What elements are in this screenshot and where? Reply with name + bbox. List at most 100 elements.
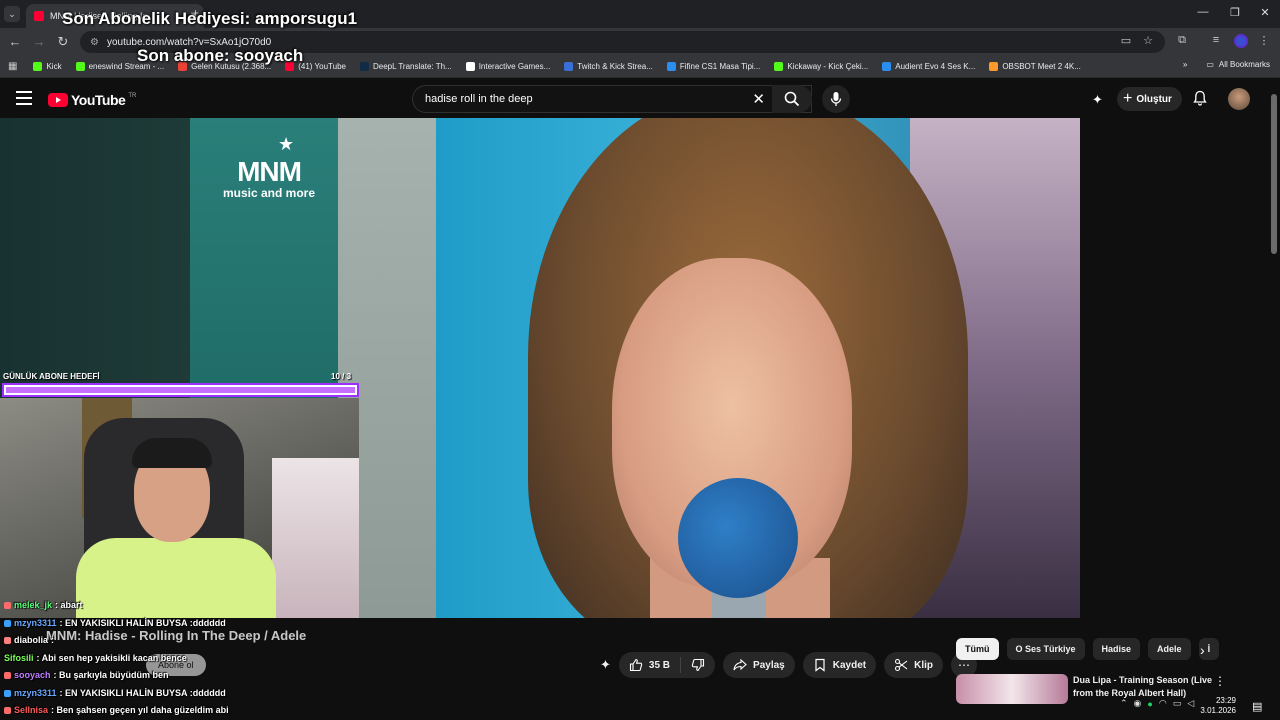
site-info-icon[interactable]: ⚙ xyxy=(90,37,99,48)
bookmark-item[interactable]: Kickaway - Kick Çeki... xyxy=(774,62,868,71)
close-window-button[interactable]: ✕ xyxy=(1250,6,1280,19)
create-button[interactable]: + Oluştur xyxy=(1117,87,1182,111)
bookmark-favicon-icon xyxy=(465,62,475,71)
goal-progress-fill xyxy=(6,387,355,393)
video-actions: ✦ 35 B Paylaş Kaydet Klip ⋯ xyxy=(600,652,977,678)
youtube-logo[interactable]: YouTube TR xyxy=(48,92,136,108)
page-scrollbar[interactable] xyxy=(1270,88,1278,720)
youtube-header: YouTube TR hadise roll in the deep ✕ ✦ +… xyxy=(0,80,1280,118)
recommended-video-thumbnail[interactable] xyxy=(956,674,1068,704)
voice-search-button[interactable] xyxy=(822,85,850,113)
webcam-shirt xyxy=(76,538,276,618)
streamer-webcam xyxy=(0,398,359,618)
discord-tray-icon[interactable]: ◉ xyxy=(1134,698,1142,709)
browser-menu-icon[interactable]: ⋮ xyxy=(1254,34,1274,47)
media-control-icon[interactable]: ≡ xyxy=(1206,34,1226,46)
chat-username: diabolia xyxy=(14,635,49,645)
recommended-more-icon[interactable]: ⋮ xyxy=(1214,674,1226,688)
region-code: TR xyxy=(128,93,137,99)
bookmark-favicon-icon xyxy=(75,62,85,71)
reload-button[interactable]: ↻ xyxy=(54,34,72,50)
dislike-button[interactable] xyxy=(681,658,715,672)
last-sub-overlay: Son abone: sooyach xyxy=(137,46,304,65)
chat-username: Sellnisa xyxy=(14,705,49,715)
bookmark-item[interactable]: OBSBOT Meet 2 4K... xyxy=(989,62,1081,71)
bookmark-label: DeepL Translate: Th... xyxy=(372,62,452,71)
bookmark-item[interactable]: DeepL Translate: Th... xyxy=(359,62,452,71)
wifi-icon[interactable]: ◠ xyxy=(1159,698,1167,709)
all-bookmarks-button[interactable]: » ▭ All Bookmarks xyxy=(1183,60,1270,69)
search-button[interactable] xyxy=(772,85,812,113)
all-bookmarks-label: All Bookmarks xyxy=(1218,60,1270,69)
ai-sparkle-icon[interactable]: ✦ xyxy=(1092,92,1103,108)
plus-icon: + xyxy=(1123,90,1133,107)
scrollbar-thumb[interactable] xyxy=(1271,94,1277,254)
bookmark-label: Kick xyxy=(46,62,62,71)
browser-profile-avatar[interactable] xyxy=(1234,34,1248,48)
bookmark-item[interactable]: Kick xyxy=(33,62,62,71)
chips-next-icon[interactable]: › xyxy=(1200,642,1205,658)
bookmark-item[interactable]: Audient Evo 4 Ses K... xyxy=(882,62,975,71)
microphone-icon xyxy=(830,92,842,106)
thumbs-up-icon xyxy=(629,658,643,672)
cast-icon[interactable]: ▭ xyxy=(1116,34,1136,47)
account-avatar[interactable] xyxy=(1228,88,1250,110)
notification-center-icon[interactable]: ▤ xyxy=(1252,700,1262,713)
spotify-tray-icon[interactable]: ● xyxy=(1147,699,1152,709)
chat-message: melek_jk: abart xyxy=(4,600,83,610)
extensions-icon[interactable]: ⧉ xyxy=(1172,34,1192,47)
chat-text: : Abi sen hep yakisikli kacan bence xyxy=(36,653,187,663)
forward-button[interactable]: → xyxy=(30,34,48,49)
webcam-streamer-hair xyxy=(132,438,212,468)
bookmark-item[interactable]: Interactive Games... xyxy=(465,62,550,71)
system-clock[interactable]: 23:29 3.01.2026 xyxy=(1196,696,1236,717)
chat-message: mzyn3311: EN YAKISIKLI HALİN BUYSA :dddd… xyxy=(4,618,226,628)
filter-chip[interactable]: Adele xyxy=(1148,638,1191,660)
search-icon xyxy=(784,91,800,107)
network-icon[interactable]: ▭ xyxy=(1173,698,1182,709)
ai-sparkle-action-icon[interactable]: ✦ xyxy=(600,657,611,673)
like-button[interactable]: 35 B xyxy=(619,657,682,673)
chat-text: : Ben şahsen geçen yıl daha güzeldim abi xyxy=(51,705,229,715)
mnm-logo-brand: MNM xyxy=(237,156,302,187)
clear-search-icon[interactable]: ✕ xyxy=(752,90,765,108)
chat-badge-icon xyxy=(4,636,11,644)
microphone xyxy=(678,478,798,598)
apps-grid-icon[interactable]: ▦ xyxy=(8,61,17,72)
menu-icon[interactable] xyxy=(16,91,32,109)
back-button[interactable]: ← xyxy=(6,34,24,49)
notifications-bell-icon[interactable] xyxy=(1192,90,1208,111)
bookmark-star-icon[interactable]: ☆ xyxy=(1138,34,1158,47)
chat-badge-icon xyxy=(4,706,11,714)
youtube-wordmark: YouTube xyxy=(71,92,126,108)
filter-chip[interactable]: Tümü xyxy=(956,638,999,660)
maximize-button[interactable]: ❐ xyxy=(1220,6,1250,19)
webcam-bed xyxy=(272,458,359,618)
search-input[interactable]: hadise roll in the deep ✕ xyxy=(412,85,812,113)
chevron-more-icon: » xyxy=(1182,60,1188,69)
chat-text: : EN YAKISIKLI HALİN BUYSA :dddddd xyxy=(59,688,226,698)
share-button[interactable]: Paylaş xyxy=(723,652,795,678)
scissors-icon xyxy=(895,658,908,672)
minimize-button[interactable]: — xyxy=(1188,6,1218,18)
like-dislike-group: 35 B xyxy=(618,652,716,678)
bookmark-label: Audient Evo 4 Ses K... xyxy=(895,62,976,71)
chat-badge-icon xyxy=(4,619,11,627)
bookmark-favicon-icon xyxy=(666,62,676,71)
last-gift-overlay: Son Abonelik Hediyesi: amporsugu1 xyxy=(62,9,358,28)
chat-username: Sifosili xyxy=(4,653,34,663)
filter-chip[interactable]: O Ses Türkiye xyxy=(1006,638,1085,660)
volume-icon[interactable]: ◁ xyxy=(1187,698,1194,709)
tray-chevron-icon[interactable]: ⌃ xyxy=(1120,698,1128,709)
chat-badge-icon xyxy=(4,671,11,679)
filter-chip[interactable]: Hadise xyxy=(1092,638,1141,660)
tab-search-button[interactable]: ⌄ xyxy=(4,6,20,22)
save-button[interactable]: Kaydet xyxy=(802,652,877,678)
youtube-play-icon xyxy=(48,93,68,107)
bookmark-item[interactable]: Fifine CS1 Masa Tipi... xyxy=(666,62,760,71)
bookmark-item[interactable]: Twitch & Kick Strea... xyxy=(564,62,653,71)
bookmark-label: (41) YouTube xyxy=(298,62,346,71)
chat-message: Sifosili: Abi sen hep yakisikli kacan be… xyxy=(4,653,187,663)
clip-button[interactable]: Klip xyxy=(884,652,943,678)
bookmark-favicon-icon xyxy=(989,62,999,71)
